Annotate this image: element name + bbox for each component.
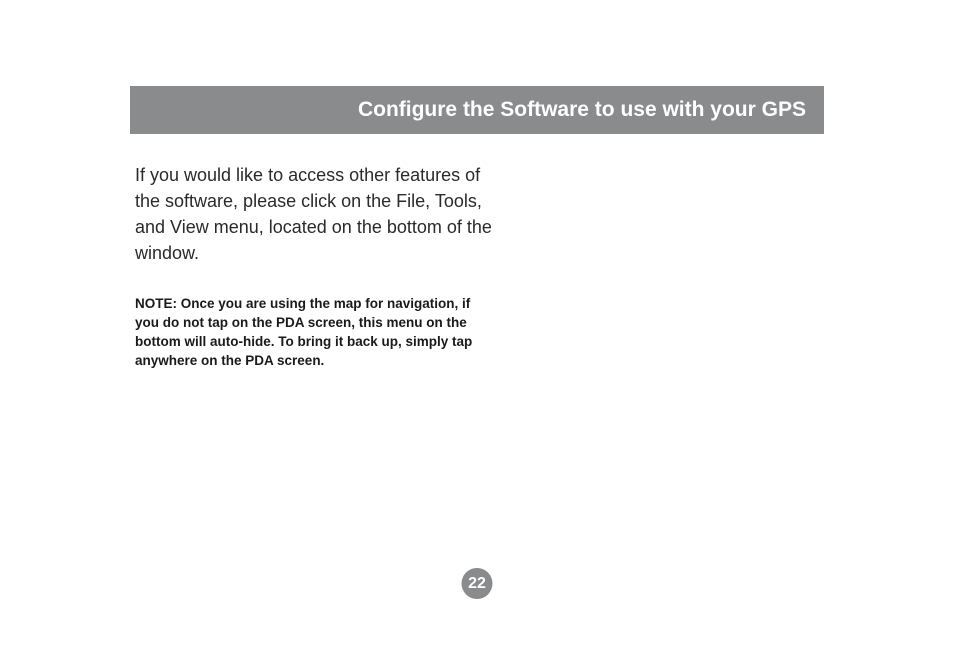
header-bar: Configure the Software to use with your …: [130, 86, 824, 134]
page-number-badge: 22: [462, 568, 493, 599]
note-paragraph: NOTE: Once you are using the map for nav…: [135, 295, 495, 371]
page-title: Configure the Software to use with your …: [358, 98, 806, 122]
page-number: 22: [468, 575, 486, 593]
body-paragraph: If you would like to access other featur…: [135, 162, 495, 266]
